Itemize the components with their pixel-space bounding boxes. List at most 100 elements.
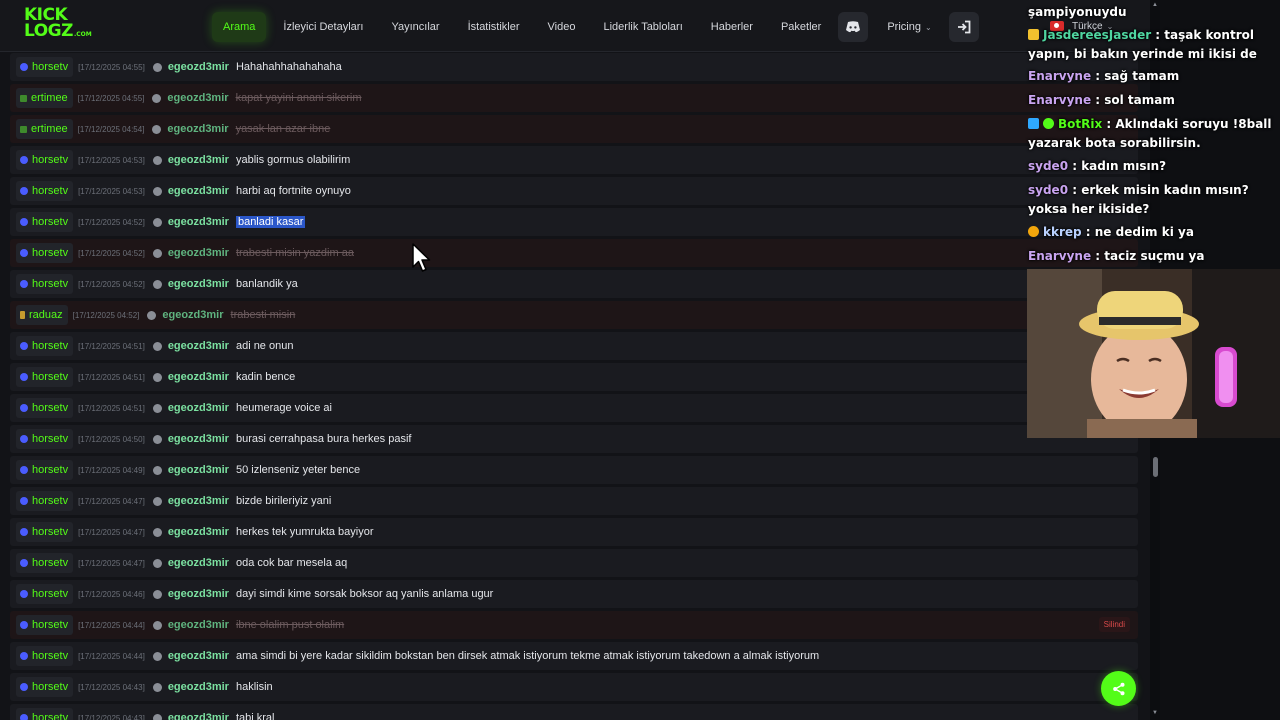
- channel-name: ertimee: [31, 92, 68, 104]
- message-username[interactable]: egeozd3mir: [168, 526, 229, 538]
- channel-badge[interactable]: horsetv: [16, 491, 74, 511]
- channel-badge[interactable]: horsetv: [16, 429, 74, 449]
- channel-avatar-icon: [20, 528, 28, 536]
- message-username[interactable]: egeozd3mir: [168, 557, 229, 569]
- channel-badge[interactable]: horsetv: [16, 243, 74, 263]
- message-text: harbi aq fortnite oynuyo: [235, 185, 351, 197]
- message-username[interactable]: egeozd3mir: [168, 247, 229, 259]
- info-icon[interactable]: [152, 248, 162, 258]
- nav-item-liderlik-tablolari[interactable]: Liderlik Tabloları: [592, 12, 693, 42]
- channel-name: horsetv: [32, 216, 69, 228]
- nav-item-haberler[interactable]: Haberler: [700, 12, 764, 42]
- crown-badge-icon: [1028, 29, 1039, 40]
- message-text: trabesti misin: [230, 309, 296, 321]
- overlay-chat-text: : ne dedim ki ya: [1081, 225, 1194, 239]
- nav-item-video[interactable]: Video: [537, 12, 587, 42]
- message-username[interactable]: egeozd3mir: [168, 402, 229, 414]
- overlay-chat-username: kkrep: [1043, 225, 1082, 239]
- info-icon[interactable]: [152, 558, 162, 568]
- message-username[interactable]: egeozd3mir: [162, 309, 223, 321]
- nav-item-arama[interactable]: Arama: [212, 12, 267, 42]
- channel-badge[interactable]: raduaz: [16, 305, 68, 325]
- message-username[interactable]: egeozd3mir: [167, 92, 228, 104]
- channel-badge[interactable]: horsetv: [16, 212, 74, 232]
- channel-badge[interactable]: horsetv: [16, 398, 74, 418]
- message-username[interactable]: egeozd3mir: [168, 371, 229, 383]
- channel-badge[interactable]: horsetv: [16, 677, 74, 697]
- info-icon[interactable]: [152, 465, 162, 475]
- message-username[interactable]: egeozd3mir: [168, 619, 229, 631]
- channel-badge[interactable]: horsetv: [16, 708, 74, 720]
- info-icon[interactable]: [152, 124, 162, 134]
- info-icon[interactable]: [152, 217, 162, 227]
- info-icon[interactable]: [152, 434, 162, 444]
- info-icon[interactable]: [152, 527, 162, 537]
- webcam-image: [1027, 269, 1280, 438]
- channel-badge[interactable]: horsetv: [16, 646, 74, 666]
- message-username[interactable]: egeozd3mir: [168, 464, 229, 476]
- message-username[interactable]: egeozd3mir: [167, 123, 228, 135]
- channel-name: horsetv: [32, 495, 69, 507]
- message-timestamp: [17/12/2025 04:53]: [78, 155, 145, 165]
- overlay-chat-message: Enarvyne : sol tamam: [1028, 91, 1280, 110]
- info-icon[interactable]: [152, 155, 162, 165]
- channel-badge[interactable]: horsetv: [16, 615, 74, 635]
- info-icon[interactable]: [152, 682, 162, 692]
- login-button[interactable]: [948, 12, 979, 42]
- info-icon[interactable]: [147, 310, 157, 320]
- nav-item-pricing[interactable]: Pricing ⌄: [876, 12, 942, 42]
- channel-badge[interactable]: horsetv: [16, 57, 74, 77]
- message-username[interactable]: egeozd3mir: [168, 340, 229, 352]
- message-timestamp: [17/12/2025 04:51]: [78, 372, 145, 382]
- info-icon[interactable]: [152, 279, 162, 289]
- message-username[interactable]: egeozd3mir: [168, 712, 229, 720]
- message-row: horsetv [17/12/2025 04:52] egeozd3mir trabe…: [10, 239, 1138, 267]
- info-icon[interactable]: [152, 186, 162, 196]
- site-logo[interactable]: KICK LOGZ.COM: [24, 7, 94, 43]
- info-icon[interactable]: [152, 93, 162, 103]
- nav-item-yayincilar[interactable]: Yayıncılar: [380, 12, 450, 42]
- info-icon[interactable]: [152, 589, 162, 599]
- channel-badge[interactable]: horsetv: [16, 150, 74, 170]
- channel-badge[interactable]: ertimee: [16, 119, 73, 139]
- nav-item-izleyici-detaylari[interactable]: İzleyici Detayları: [272, 12, 374, 42]
- message-username[interactable]: egeozd3mir: [168, 681, 229, 693]
- message-text: tabi kral: [235, 712, 275, 720]
- channel-badge[interactable]: horsetv: [16, 522, 74, 542]
- channel-badge[interactable]: horsetv: [16, 367, 74, 387]
- channel-badge[interactable]: horsetv: [16, 584, 74, 604]
- message-username[interactable]: egeozd3mir: [168, 185, 229, 197]
- info-icon[interactable]: [152, 620, 162, 630]
- channel-badge[interactable]: horsetv: [16, 460, 74, 480]
- channel-avatar-icon: [20, 590, 28, 598]
- channel-badge[interactable]: horsetv: [16, 553, 74, 573]
- discord-button[interactable]: [838, 12, 869, 42]
- message-username[interactable]: egeozd3mir: [168, 278, 229, 290]
- info-icon[interactable]: [152, 496, 162, 506]
- message-username[interactable]: egeozd3mir: [168, 588, 229, 600]
- message-text: burasi cerrahpasa bura herkes pasif: [235, 433, 412, 445]
- channel-badge[interactable]: horsetv: [16, 274, 74, 294]
- message-username[interactable]: egeozd3mir: [168, 154, 229, 166]
- message-username[interactable]: egeozd3mir: [168, 433, 229, 445]
- message-username[interactable]: egeozd3mir: [168, 216, 229, 228]
- channel-badge[interactable]: ertimee: [16, 88, 73, 108]
- message-timestamp: [17/12/2025 04:49]: [78, 465, 145, 475]
- info-icon[interactable]: [152, 651, 162, 661]
- message-timestamp: [17/12/2025 04:54]: [77, 124, 145, 134]
- message-username[interactable]: egeozd3mir: [168, 650, 229, 662]
- message-username[interactable]: egeozd3mir: [168, 495, 229, 507]
- channel-name: raduaz: [29, 309, 63, 321]
- kicklogz-page: KICK LOGZ.COM Arama İzleyici Detayları Y…: [0, 0, 1160, 720]
- nav-item-istatistikler[interactable]: İstatistikler: [457, 12, 531, 42]
- info-icon[interactable]: [152, 403, 162, 413]
- nav-item-paketler[interactable]: Paketler: [770, 12, 832, 42]
- channel-badge[interactable]: horsetv: [16, 181, 74, 201]
- info-icon[interactable]: [152, 341, 162, 351]
- info-icon[interactable]: [152, 372, 162, 382]
- channel-badge[interactable]: horsetv: [16, 336, 74, 356]
- info-icon[interactable]: [152, 62, 162, 72]
- message-username[interactable]: egeozd3mir: [168, 61, 229, 73]
- message-row: horsetv [17/12/2025 04:51] egeozd3mir kadin…: [10, 363, 1138, 391]
- info-icon[interactable]: [152, 713, 162, 720]
